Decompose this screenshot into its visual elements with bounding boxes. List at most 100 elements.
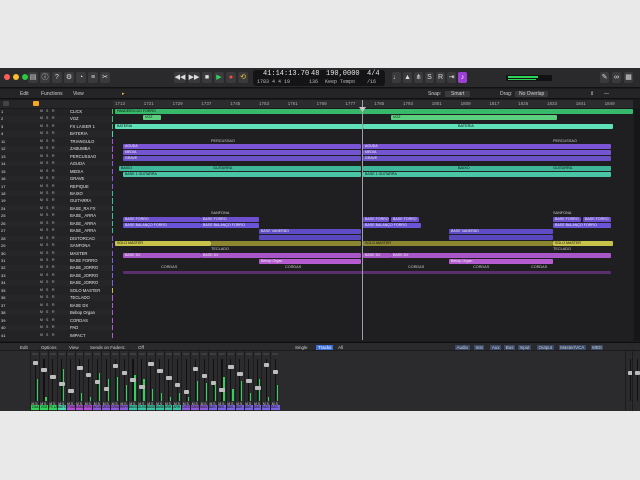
- track-header[interactable]: 26 M S R BASE_ ARRA: [0, 220, 113, 227]
- channel-strip[interactable]: M SARR...RA_3: [172, 351, 182, 411]
- solo-button[interactable]: S: [46, 191, 48, 196]
- solo-button[interactable]: S: [46, 109, 48, 114]
- fader-track[interactable]: [52, 359, 54, 401]
- region-base-dx-3[interactable]: BASE DX: [363, 253, 391, 258]
- fader-track[interactable]: [43, 359, 45, 401]
- record-enable-button[interactable]: R: [52, 288, 55, 293]
- track-name[interactable]: BASE_JORRO: [70, 280, 98, 285]
- mute-button[interactable]: M: [40, 109, 43, 114]
- track-header[interactable]: 32 M S R BASE_JORRO: [0, 265, 113, 271]
- record-enable-button[interactable]: R: [52, 199, 55, 203]
- region-bebop-1[interactable]: Bebop Organ: [259, 259, 361, 264]
- insert-slot[interactable]: [94, 353, 101, 355]
- metronome-click-icon[interactable]: ♪: [458, 72, 467, 83]
- mute-button[interactable]: M: [40, 154, 43, 159]
- fader-handle[interactable]: [634, 371, 640, 375]
- output-strip[interactable]: [632, 351, 640, 411]
- mute-button[interactable]: M: [40, 206, 43, 211]
- filter-input[interactable]: Input: [518, 344, 532, 350]
- fader-track[interactable]: [203, 359, 205, 401]
- fader-handle[interactable]: [121, 371, 127, 375]
- track-name[interactable]: CORDAS: [70, 318, 88, 323]
- region-solo-3[interactable]: SOLO MASTER: [363, 241, 553, 246]
- edit-menu[interactable]: Edit: [20, 91, 29, 97]
- mute-button[interactable]: M: [40, 326, 43, 330]
- fader-handle[interactable]: [130, 378, 136, 382]
- region-media-1[interactable]: MEDIA: [123, 150, 361, 155]
- insert-slot[interactable]: [192, 353, 199, 355]
- track-name[interactable]: DISTORCAO: [70, 236, 95, 241]
- playhead[interactable]: [362, 100, 363, 340]
- insert-slot[interactable]: [32, 353, 38, 355]
- fader-handle[interactable]: [201, 374, 208, 378]
- output-strip[interactable]: [625, 351, 633, 411]
- region-vanerao-3[interactable]: [259, 235, 361, 240]
- mixer-icon[interactable]: ≡: [88, 72, 98, 83]
- channel-strip[interactable]: M SMASTER: [199, 351, 209, 411]
- close-icon[interactable]: [4, 74, 10, 80]
- filter-bus[interactable]: Bus: [504, 344, 515, 350]
- solo-button[interactable]: S: [46, 326, 48, 330]
- track-name[interactable]: FX LAISER 1: [70, 124, 95, 129]
- solo-button[interactable]: S: [46, 184, 48, 189]
- mute-button[interactable]: M: [40, 177, 43, 181]
- mixer-view-menu[interactable]: View: [69, 345, 79, 350]
- channel-strip[interactable]: M SSANFONA: [190, 351, 200, 411]
- stop-icon[interactable]: ■: [202, 72, 212, 83]
- autopunch-icon[interactable]: ⇥: [447, 72, 456, 83]
- record-enable-button[interactable]: R: [52, 281, 55, 285]
- replace-icon[interactable]: R: [436, 72, 445, 83]
- region-balanco-4[interactable]: BASE BALANÇO FORRO: [553, 223, 611, 228]
- fader-track[interactable]: [274, 359, 276, 401]
- filter-audio[interactable]: Audio: [455, 344, 470, 350]
- region-aguda-2[interactable]: AGUDA: [363, 144, 611, 149]
- track-name[interactable]: TRIANGULO: [70, 139, 94, 144]
- track-name[interactable]: SANFONA: [70, 243, 90, 248]
- record-enable-button[interactable]: R: [52, 184, 55, 189]
- channel-strip[interactable]: M SBATERIA: [56, 351, 67, 411]
- record-enable-button[interactable]: R: [52, 147, 55, 151]
- track-header[interactable]: 16 M S R GRAVE: [0, 176, 113, 182]
- channel-strip[interactable]: M SARR...RA_2: [163, 351, 173, 411]
- mute-button[interactable]: M: [40, 221, 43, 226]
- region-base-forro-5[interactable]: BASE FORRO: [553, 217, 581, 222]
- mute-button[interactable]: M: [40, 288, 43, 293]
- loops-icon[interactable]: ∞: [612, 72, 621, 83]
- mute-button[interactable]: M: [40, 229, 43, 233]
- region-vanerao-4[interactable]: [449, 235, 553, 240]
- solo-button[interactable]: S: [46, 229, 48, 233]
- fader-track[interactable]: [194, 359, 196, 401]
- solo-icon[interactable]: S: [425, 72, 434, 83]
- fader-handle[interactable]: [85, 373, 92, 377]
- solo-button[interactable]: S: [46, 266, 48, 270]
- fader-handle[interactable]: [166, 376, 172, 380]
- filter-mastervca[interactable]: Master/VCA: [558, 344, 586, 350]
- insert-slot[interactable]: [227, 353, 234, 355]
- channel-strip[interactable]: M SMEDIA: [101, 351, 111, 411]
- region-bateria-1[interactable]: BATERIA: [115, 124, 363, 129]
- channel-strip[interactable]: M SBAS...RRO: [216, 351, 227, 411]
- region-base-dx-4[interactable]: BASE DX: [391, 253, 611, 258]
- solo-button[interactable]: S: [46, 236, 48, 241]
- record-enable-button[interactable]: R: [52, 258, 55, 263]
- solo-button[interactable]: S: [46, 303, 48, 308]
- fader-track[interactable]: [185, 359, 187, 401]
- track-header[interactable]: 30 M S R MASTER: [0, 250, 113, 256]
- channel-strip[interactable]: M S Click: [30, 351, 40, 411]
- fader-handle[interactable]: [157, 369, 163, 373]
- track-name[interactable]: IMPACT: [70, 333, 86, 338]
- record-enable-button[interactable]: R: [52, 303, 55, 308]
- browser-icon[interactable]: ▦: [624, 72, 633, 83]
- region-voz-2[interactable]: VOZ: [391, 115, 557, 120]
- sends-on-faders-select[interactable]: Off: [138, 345, 144, 350]
- insert-slot[interactable]: [156, 353, 163, 355]
- region-base-forro-2[interactable]: BASE FORRO: [201, 217, 259, 222]
- track-name[interactable]: BASE_JORRO: [70, 273, 98, 278]
- zoom-slider-icon[interactable]: —: [604, 91, 609, 97]
- fader-handle[interactable]: [174, 383, 181, 387]
- region-base-forro-6[interactable]: BASE FORRO: [583, 217, 611, 222]
- track-header[interactable]: 38 M S R Bebop Organ: [0, 310, 113, 316]
- insert-slot[interactable]: [210, 353, 216, 355]
- track-header[interactable]: 14 M S R AGUDA: [0, 161, 113, 167]
- record-enable-button[interactable]: R: [52, 191, 55, 196]
